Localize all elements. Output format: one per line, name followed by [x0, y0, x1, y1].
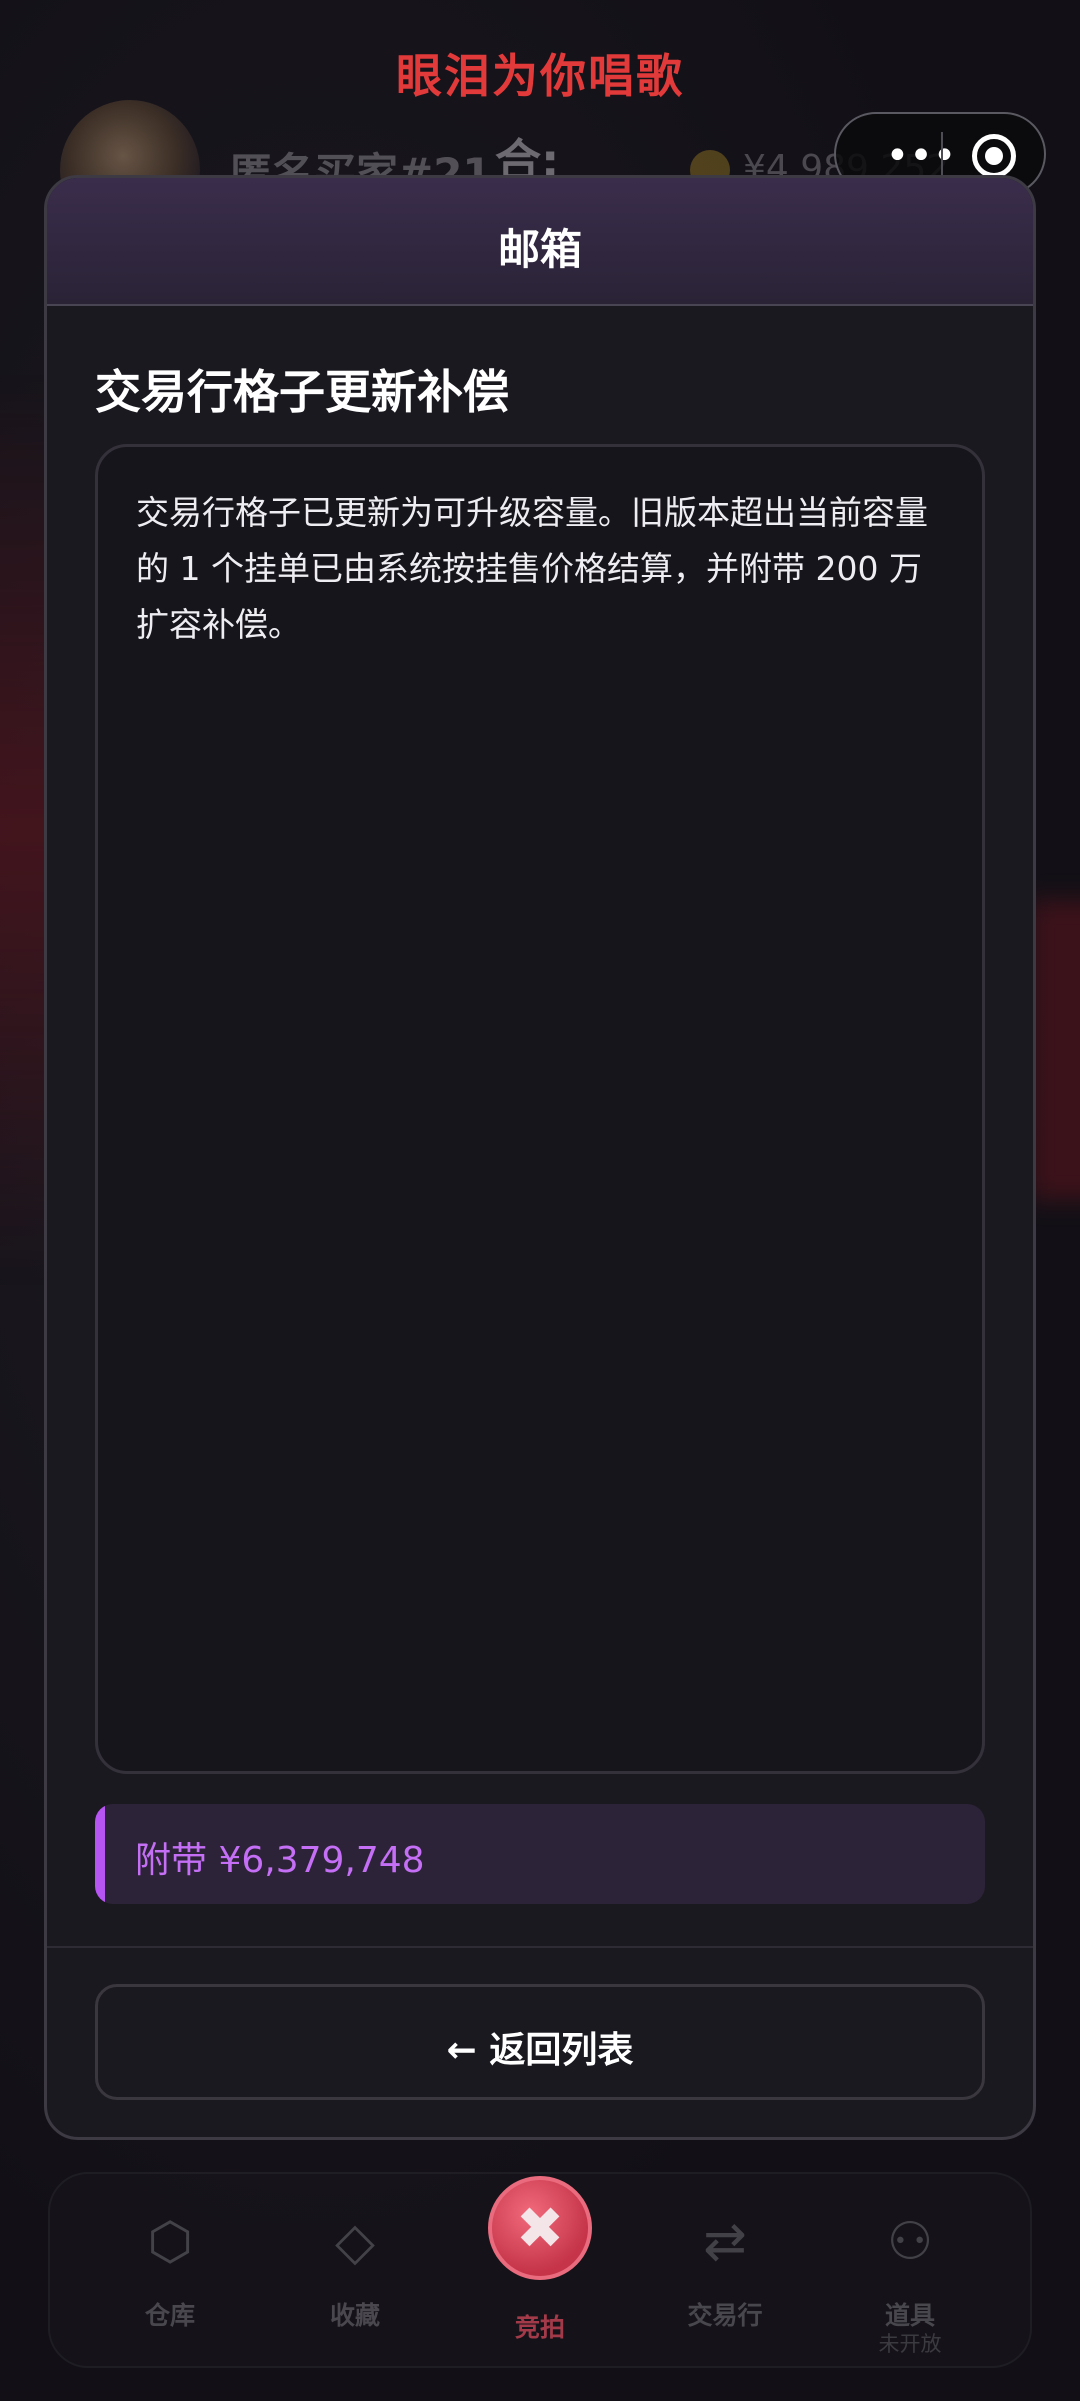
auction-fab-button[interactable]: ✖ [488, 2176, 592, 2280]
tab-trading[interactable]: ⇄ 交易行 [635, 2174, 815, 2370]
attachment-accent [95, 1804, 105, 1904]
diamond-icon: ◇ [335, 2212, 375, 2272]
close-miniprogram-icon[interactable] [972, 134, 1016, 178]
swap-icon: ⇄ [703, 2212, 747, 2272]
tab-sublabel: 未开放 [878, 2332, 942, 2356]
person-icon: ⚇ [886, 2212, 934, 2272]
mail-body-text: 交易行格子已更新为可升级容量。旧版本超出当前容量的 1 个挂单已由系统按挂售价格… [136, 493, 928, 644]
box-icon: ⬡ [147, 2212, 193, 2272]
tab-label: 道具 [884, 2301, 935, 2330]
tab-items[interactable]: ⚇ 道具 未开放 [820, 2174, 1000, 2370]
modal-header: 邮箱 [47, 178, 1033, 306]
close-icon: ✖ [515, 2194, 565, 2262]
mailbox-modal: 邮箱 交易行格子更新补偿 交易行格子已更新为可升级容量。旧版本超出当前容量的 1… [44, 175, 1036, 2140]
more-menu-button[interactable]: ••• [866, 136, 976, 176]
modal-title: 邮箱 [497, 225, 582, 274]
tab-favorites[interactable]: ◇ 收藏 [265, 2174, 445, 2370]
back-to-list-label: ← 返回列表 [446, 2030, 634, 2071]
tab-auction-label: 竞拍 [514, 2313, 565, 2342]
tab-warehouse[interactable]: ⬡ 仓库 [80, 2174, 260, 2370]
capsule-divider [941, 132, 943, 178]
modal-divider [47, 1946, 1033, 1948]
attachment-bar: 附带 ¥6,379,748 [95, 1804, 985, 1904]
tab-label: 收藏 [329, 2301, 380, 2330]
tab-label: 交易行 [687, 2301, 763, 2330]
back-to-list-button[interactable]: ← 返回列表 [95, 1984, 985, 2100]
mail-subject: 交易行格子更新补偿 [95, 365, 509, 419]
song-banner: 眼泪为你唱歌 [396, 49, 684, 103]
attachment-text: 附带 ¥6,379,748 [135, 1840, 425, 1881]
mail-body-box: 交易行格子已更新为可升级容量。旧版本超出当前容量的 1 个挂单已由系统按挂售价格… [95, 444, 985, 1774]
tab-label: 仓库 [144, 2301, 195, 2330]
background-glow-right [1030, 900, 1080, 1200]
